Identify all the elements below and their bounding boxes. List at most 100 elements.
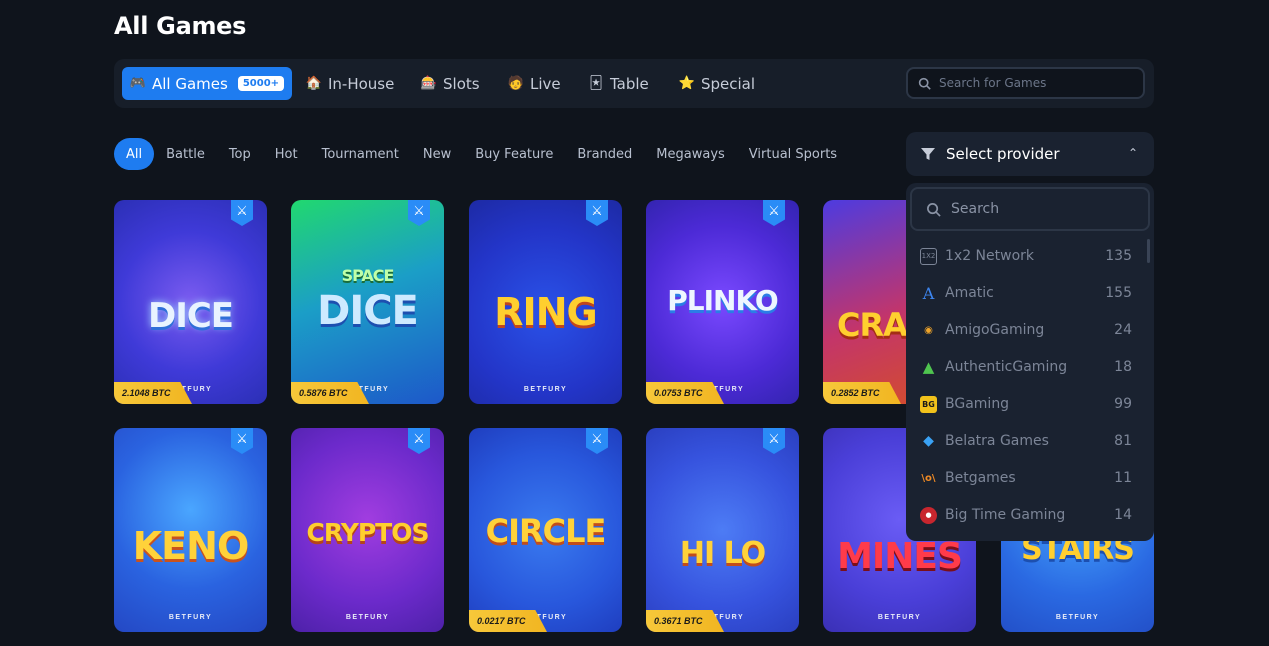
1x2-network-icon: 1X2 bbox=[920, 247, 937, 265]
provider-item-amigogaming[interactable]: ◉ AmigoGaming 24 bbox=[920, 315, 1132, 345]
provider-item-big-time-gaming[interactable]: ● Big Time Gaming 14 bbox=[920, 500, 1132, 530]
filter-tournament[interactable]: Tournament bbox=[310, 138, 411, 170]
tab-special[interactable]: ⭐ Special bbox=[671, 67, 763, 100]
game-title: CIRCLE bbox=[485, 512, 607, 550]
provider-count: 14 bbox=[1114, 507, 1132, 523]
game-card-hilo[interactable]: ⚔ HI LO BETFURY 0.3671 BTC bbox=[646, 428, 799, 632]
provider-name: Belatra Games bbox=[945, 433, 1049, 449]
game-card-ring[interactable]: ⚔ RING BETFURY bbox=[469, 200, 622, 404]
battle-icon: ⚔ bbox=[586, 428, 608, 454]
provider-count: 155 bbox=[1105, 285, 1132, 301]
battle-icon: ⚔ bbox=[408, 200, 430, 226]
belatra-games-icon: ◆ bbox=[923, 433, 934, 449]
star-icon: ⭐ bbox=[678, 76, 696, 91]
provider-name: Big Time Gaming bbox=[945, 507, 1066, 523]
battle-icon: ⚔ bbox=[763, 428, 785, 454]
battle-icon: ⚔ bbox=[231, 200, 253, 226]
game-count-badge: 5000+ bbox=[237, 76, 285, 91]
game-title: CRA bbox=[837, 306, 906, 344]
bgaming-icon: BG bbox=[920, 395, 937, 413]
provider-name: Betgames bbox=[945, 470, 1016, 486]
filter-battle[interactable]: Battle bbox=[154, 138, 217, 170]
game-subtitle: SPACE bbox=[341, 266, 395, 285]
game-card-space-dice[interactable]: ⚔ SPACE DICE BETFURY 0.5876 BTC bbox=[291, 200, 444, 404]
tab-label: Live bbox=[530, 74, 561, 93]
provider-name: Amatic bbox=[945, 285, 994, 301]
brand-label: BETFURY bbox=[1055, 614, 1100, 621]
search-input[interactable] bbox=[939, 76, 1129, 90]
provider-count: 81 bbox=[1114, 433, 1132, 449]
provider-name: BGaming bbox=[945, 396, 1010, 412]
cards-icon: 🃏 bbox=[589, 76, 603, 91]
provider-search-input[interactable] bbox=[951, 201, 1131, 217]
amigogaming-icon: ◉ bbox=[924, 324, 933, 336]
battle-icon: ⚔ bbox=[586, 200, 608, 226]
game-card-circle[interactable]: ⚔ CIRCLE BETFURY 0.0217 BTC bbox=[469, 428, 622, 632]
provider-item-authenticgaming[interactable]: ▲ AuthenticGaming 18 bbox=[920, 352, 1132, 382]
tab-table[interactable]: 🃏 Table bbox=[580, 67, 657, 100]
tab-label: Slots bbox=[443, 74, 480, 93]
provider-item-belatra-games[interactable]: ◆ Belatra Games 81 bbox=[920, 426, 1132, 456]
price-tag: 0.5876 BTC bbox=[291, 382, 369, 404]
category-bar: 🎮 All Games 5000+ 🏠 In-House 🎰 Slots 🧑 L… bbox=[114, 59, 1154, 108]
gamepad-icon: 🎮 bbox=[129, 76, 147, 91]
filter-all[interactable]: All bbox=[114, 138, 155, 170]
brand-label: BETFURY bbox=[523, 386, 568, 393]
brand-label: BETFURY bbox=[168, 614, 213, 621]
house-icon: 🏠 bbox=[305, 76, 323, 91]
game-card-crash[interactable]: CRA 0.2852 BTC bbox=[823, 200, 906, 404]
page-title: All Games bbox=[114, 12, 247, 40]
filter-top[interactable]: Top bbox=[217, 138, 263, 170]
game-title: CRYPTOS bbox=[306, 518, 430, 547]
battle-icon: ⚔ bbox=[408, 428, 430, 454]
price-tag: 2.1048 BTC bbox=[114, 382, 192, 404]
chevron-up-icon: ⌃ bbox=[1127, 146, 1138, 160]
provider-select-label: Select provider bbox=[946, 145, 1060, 163]
filter-virtual-sports[interactable]: Virtual Sports bbox=[737, 138, 849, 170]
game-card-dice[interactable]: ⚔ DICE BETFURY 2.1048 BTC bbox=[114, 200, 267, 404]
brand-label: BETFURY bbox=[877, 614, 922, 621]
game-search-box[interactable] bbox=[906, 67, 1145, 99]
provider-count: 135 bbox=[1105, 248, 1132, 264]
game-title: HI LO bbox=[679, 536, 766, 571]
provider-count: 11 bbox=[1114, 470, 1132, 486]
provider-count: 99 bbox=[1114, 396, 1132, 412]
provider-item-1x2-network[interactable]: 1X2 1x2 Network 135 bbox=[920, 241, 1132, 271]
provider-dropdown: 1X2 1x2 Network 135 A Amatic 155 ◉ Amigo… bbox=[906, 183, 1154, 541]
filter-hot[interactable]: Hot bbox=[263, 138, 310, 170]
tab-in-house[interactable]: 🏠 In-House bbox=[298, 67, 402, 100]
provider-item-betgames[interactable]: \o\ Betgames 11 bbox=[920, 463, 1132, 493]
game-title: RING bbox=[494, 290, 597, 334]
big-time-gaming-icon: ● bbox=[920, 506, 937, 524]
filter-buy-feature[interactable]: Buy Feature bbox=[463, 138, 565, 170]
tab-all-games[interactable]: 🎮 All Games 5000+ bbox=[122, 67, 293, 100]
game-title: DICE bbox=[317, 288, 419, 334]
battle-icon: ⚔ bbox=[763, 200, 785, 226]
provider-select[interactable]: Select provider ⌃ bbox=[906, 132, 1154, 176]
game-card-plinko[interactable]: ⚔ PLINKO BETFURY 0.0753 BTC bbox=[646, 200, 799, 404]
filter-megaways[interactable]: Megaways bbox=[644, 138, 737, 170]
game-card-keno[interactable]: ⚔ KENO BETFURY bbox=[114, 428, 267, 632]
provider-item-bgaming[interactable]: BG BGaming 99 bbox=[920, 389, 1132, 419]
price-tag: 0.0753 BTC bbox=[646, 382, 724, 404]
game-title: PLINKO bbox=[667, 284, 778, 317]
tab-live[interactable]: 🧑 Live bbox=[500, 67, 569, 100]
price-tag: 0.2852 BTC bbox=[823, 382, 901, 404]
tab-slots[interactable]: 🎰 Slots bbox=[413, 67, 488, 100]
provider-name: AuthenticGaming bbox=[945, 359, 1068, 375]
filter-branded[interactable]: Branded bbox=[565, 138, 644, 170]
authenticgaming-icon: ▲ bbox=[922, 358, 935, 376]
filter-new[interactable]: New bbox=[411, 138, 463, 170]
provider-name: 1x2 Network bbox=[945, 248, 1035, 264]
tab-label: In-House bbox=[328, 74, 395, 93]
game-title: KENO bbox=[132, 524, 250, 568]
filter-chips: All Battle Top Hot Tournament New Buy Fe… bbox=[114, 138, 849, 170]
provider-search-box[interactable] bbox=[910, 187, 1150, 231]
slots-icon: 🎰 bbox=[420, 76, 438, 91]
price-tag: 0.3671 BTC bbox=[646, 610, 724, 632]
tab-label: Table bbox=[610, 74, 649, 93]
game-card-cryptos[interactable]: ⚔ CRYPTOS BETFURY bbox=[291, 428, 444, 632]
live-dealer-icon: 🧑 bbox=[507, 76, 525, 91]
scrollbar[interactable] bbox=[1147, 239, 1150, 263]
provider-item-amatic[interactable]: A Amatic 155 bbox=[920, 278, 1132, 308]
